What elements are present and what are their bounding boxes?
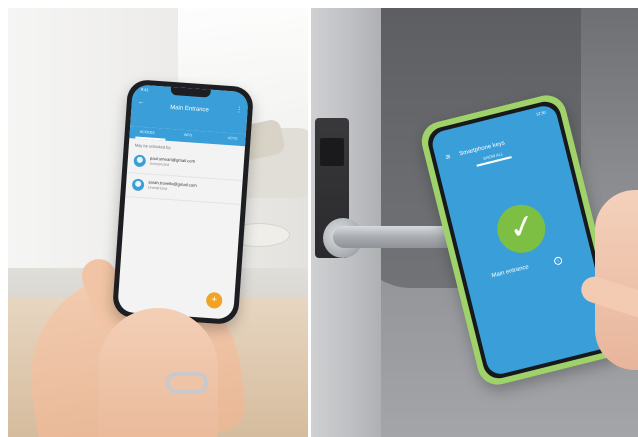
left-photo: 9:41 ← Main Entrance ⋮ ACCESS INFO ACCE … [8,8,308,437]
app-bar: ≡ Smartphone keys [432,113,563,171]
check-icon: ✓ [504,204,540,249]
door-label: Main entrance [491,264,530,280]
user-status: Unrestricted [149,161,170,167]
screen-title: Main Entrance [169,104,209,114]
tab-access-2[interactable]: ACCE [227,136,237,141]
phone-screen-left: 9:41 ← Main Entrance ⋮ ACCESS INFO ACCE … [117,84,249,320]
section-label: May be unlocked by: [134,142,172,151]
photo-collage: 9:41 ← Main Entrance ⋮ ACCESS INFO ACCE … [0,0,638,437]
status-time: 9:41 [140,86,149,93]
smartphone-left: 9:41 ← Main Entrance ⋮ ACCESS INFO ACCE … [111,78,255,326]
add-button[interactable]: + [205,291,223,309]
lock-reader [320,138,344,166]
user-avatar-icon [133,154,147,168]
tab-info[interactable]: INFO [184,133,193,138]
tab-access[interactable]: ACCESS [140,130,155,135]
hamburger-icon[interactable]: ≡ [445,152,452,162]
unlock-success-indicator: ✓ [492,199,551,258]
more-vert-icon[interactable]: ⋮ [235,105,243,113]
user-avatar-icon [131,178,145,192]
ring [166,372,208,394]
info-icon[interactable]: i [553,256,563,266]
user-status: Unrestricted [147,185,168,191]
